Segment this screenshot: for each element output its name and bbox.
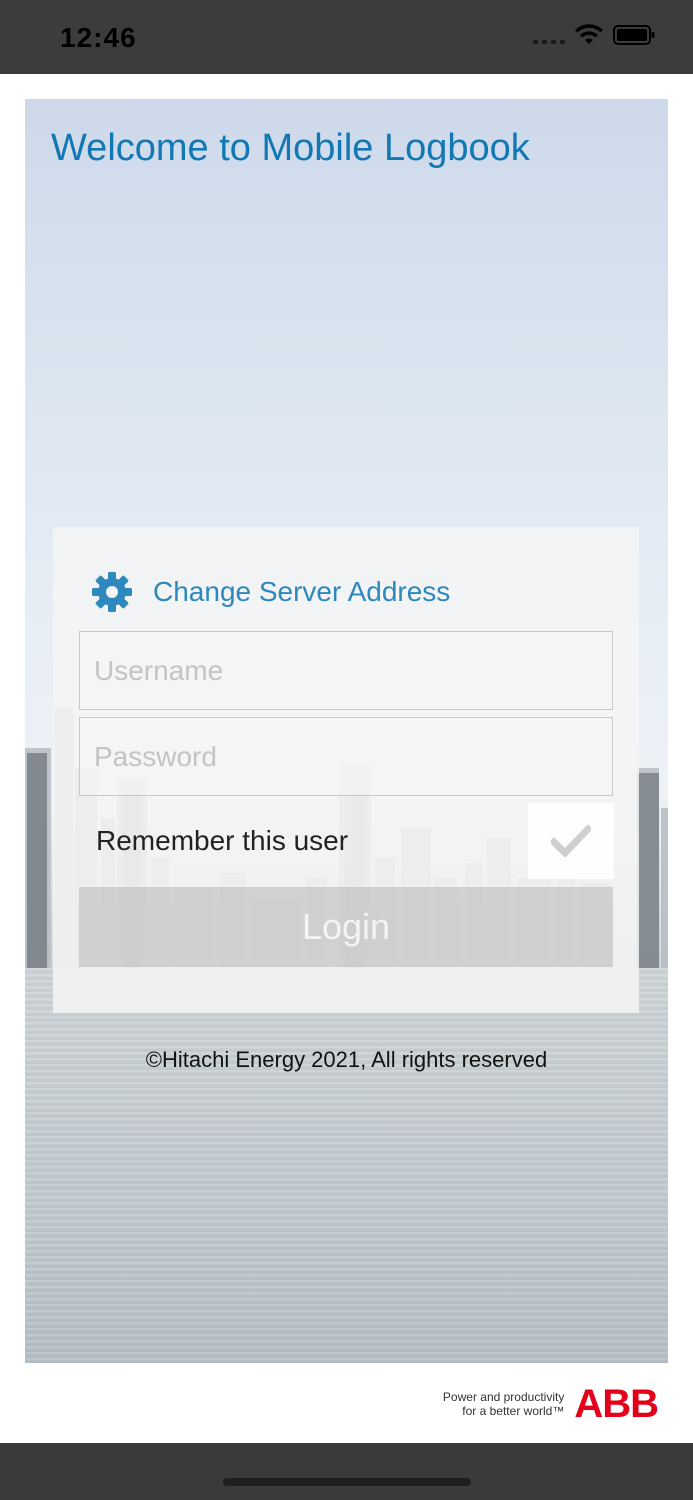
login-card: Change Server Address Remember this user… [53,527,639,1013]
login-button[interactable]: Login [79,887,613,967]
welcome-title: Welcome to Mobile Logbook [51,127,530,169]
change-server-address-label: Change Server Address [153,576,451,607]
tagline-line-1: Power and productivity [442,1390,565,1404]
app-screen: Welcome to Mobile Logbook Change Server … [0,74,693,1443]
brand-tagline: Power and productivity for a better worl… [443,1390,564,1418]
status-time: 12:46 [60,22,137,53]
checkmark-icon [551,825,591,857]
remember-user-label: Remember this user [96,825,349,856]
wifi-icon [575,24,603,44]
home-bar-area [0,1443,693,1500]
change-server-address-link[interactable]: Change Server Address [91,571,450,613]
abb-logo: ABB [574,1382,659,1426]
brand-footer: Power and productivity for a better worl… [443,1382,659,1426]
copyright-text: ©Hitachi Energy 2021, All rights reserve… [145,1047,548,1072]
home-indicator[interactable] [223,1478,471,1486]
hero-background: Welcome to Mobile Logbook Change Server … [25,99,668,1363]
cellular-signal-icon [533,40,565,44]
gear-icon [92,572,132,612]
remember-user-checkbox[interactable] [528,803,614,879]
status-bar: 12:46 [0,0,693,74]
battery-icon [613,25,655,45]
tagline-line-2: for a better world™ [462,1404,565,1418]
password-input[interactable] [79,717,613,796]
water-reflection [25,968,668,1363]
remember-user-row: Remember this user [79,803,614,879]
username-input[interactable] [79,631,613,710]
status-icons [533,24,655,46]
